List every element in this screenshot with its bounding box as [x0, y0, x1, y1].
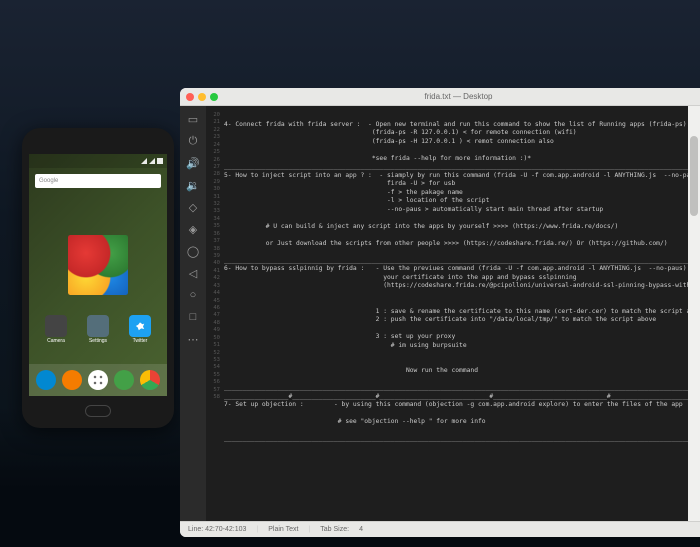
twitter-icon — [129, 315, 151, 337]
settings-icon — [87, 315, 109, 337]
text-editor-window: frida.txt — Desktop ▭ ⏻ 🔊 🔉 ◇ ◈ ◯ ◁ ○ □ … — [180, 88, 700, 537]
android-status-bar — [29, 154, 167, 168]
minimize-window-button[interactable] — [198, 93, 206, 101]
jellybean-icon — [68, 235, 128, 295]
camera-icon[interactable]: ◯ — [186, 244, 200, 258]
scrollbar-thumb[interactable] — [690, 136, 698, 216]
cursor-position: Line: 42:70-42:103 — [188, 526, 246, 533]
close-window-button[interactable] — [186, 93, 194, 101]
rotate-icon[interactable]: ◇ — [186, 200, 200, 214]
maximize-window-button[interactable] — [210, 93, 218, 101]
camera-icon — [45, 315, 67, 337]
tab-size-label: Tab Size: — [320, 526, 349, 533]
android-dock — [29, 364, 167, 396]
dock-messages[interactable] — [114, 370, 134, 390]
more-icon[interactable]: ⋯ — [186, 332, 200, 346]
home-icon[interactable]: ○ — [186, 288, 200, 302]
back-icon[interactable]: ◁ — [186, 266, 200, 280]
battery-icon — [157, 158, 163, 164]
vertical-scrollbar[interactable] — [688, 106, 700, 521]
power-icon[interactable]: ⏻ — [186, 134, 200, 148]
phone-screen: Google Camera Settings Twitter — [29, 154, 167, 396]
dock-chrome[interactable] — [140, 370, 160, 390]
code-text[interactable]: 4- Connect frida with frida server : - O… — [224, 112, 700, 515]
dock-phone[interactable] — [36, 370, 56, 390]
syntax-mode[interactable]: Plain Text — [268, 526, 298, 533]
tab-size-value[interactable]: 4 — [359, 526, 363, 533]
dock-all-apps[interactable] — [88, 370, 108, 390]
app-label: Camera — [47, 338, 65, 344]
emulator-toolbar: ▭ ⏻ 🔊 🔉 ◇ ◈ ◯ ◁ ○ □ ⋯ — [180, 106, 206, 521]
android-emulator: Google Camera Settings Twitter — [22, 128, 174, 428]
editor-status-bar: Line: 42:70-42:103 | Plain Text | Tab Si… — [180, 521, 700, 537]
phone-home-button[interactable] — [85, 405, 111, 417]
dock-contacts[interactable] — [62, 370, 82, 390]
tab-icon[interactable]: ▭ — [186, 112, 200, 126]
window-titlebar: frida.txt — Desktop — [180, 88, 700, 106]
line-gutter: 20 21 22 23 24 25 26 27 28 29 30 31 32 3… — [208, 112, 224, 515]
app-camera[interactable]: Camera — [43, 315, 69, 344]
code-area[interactable]: 20 21 22 23 24 25 26 27 28 29 30 31 32 3… — [206, 106, 700, 521]
wifi-icon — [141, 158, 147, 164]
volume-icon[interactable]: 🔊 — [186, 156, 200, 170]
rotate-right-icon[interactable]: ◈ — [186, 222, 200, 236]
app-label: Settings — [89, 338, 107, 344]
window-title: frida.txt — Desktop — [223, 92, 694, 101]
overview-icon[interactable]: □ — [186, 310, 200, 324]
traffic-lights — [186, 93, 218, 101]
signal-icon — [149, 158, 155, 164]
volume-down-icon[interactable]: 🔉 — [186, 178, 200, 192]
app-settings[interactable]: Settings — [85, 315, 111, 344]
app-twitter[interactable]: Twitter — [127, 315, 153, 344]
app-label: Twitter — [133, 338, 148, 344]
app-shortcuts-row: Camera Settings Twitter — [29, 315, 167, 344]
